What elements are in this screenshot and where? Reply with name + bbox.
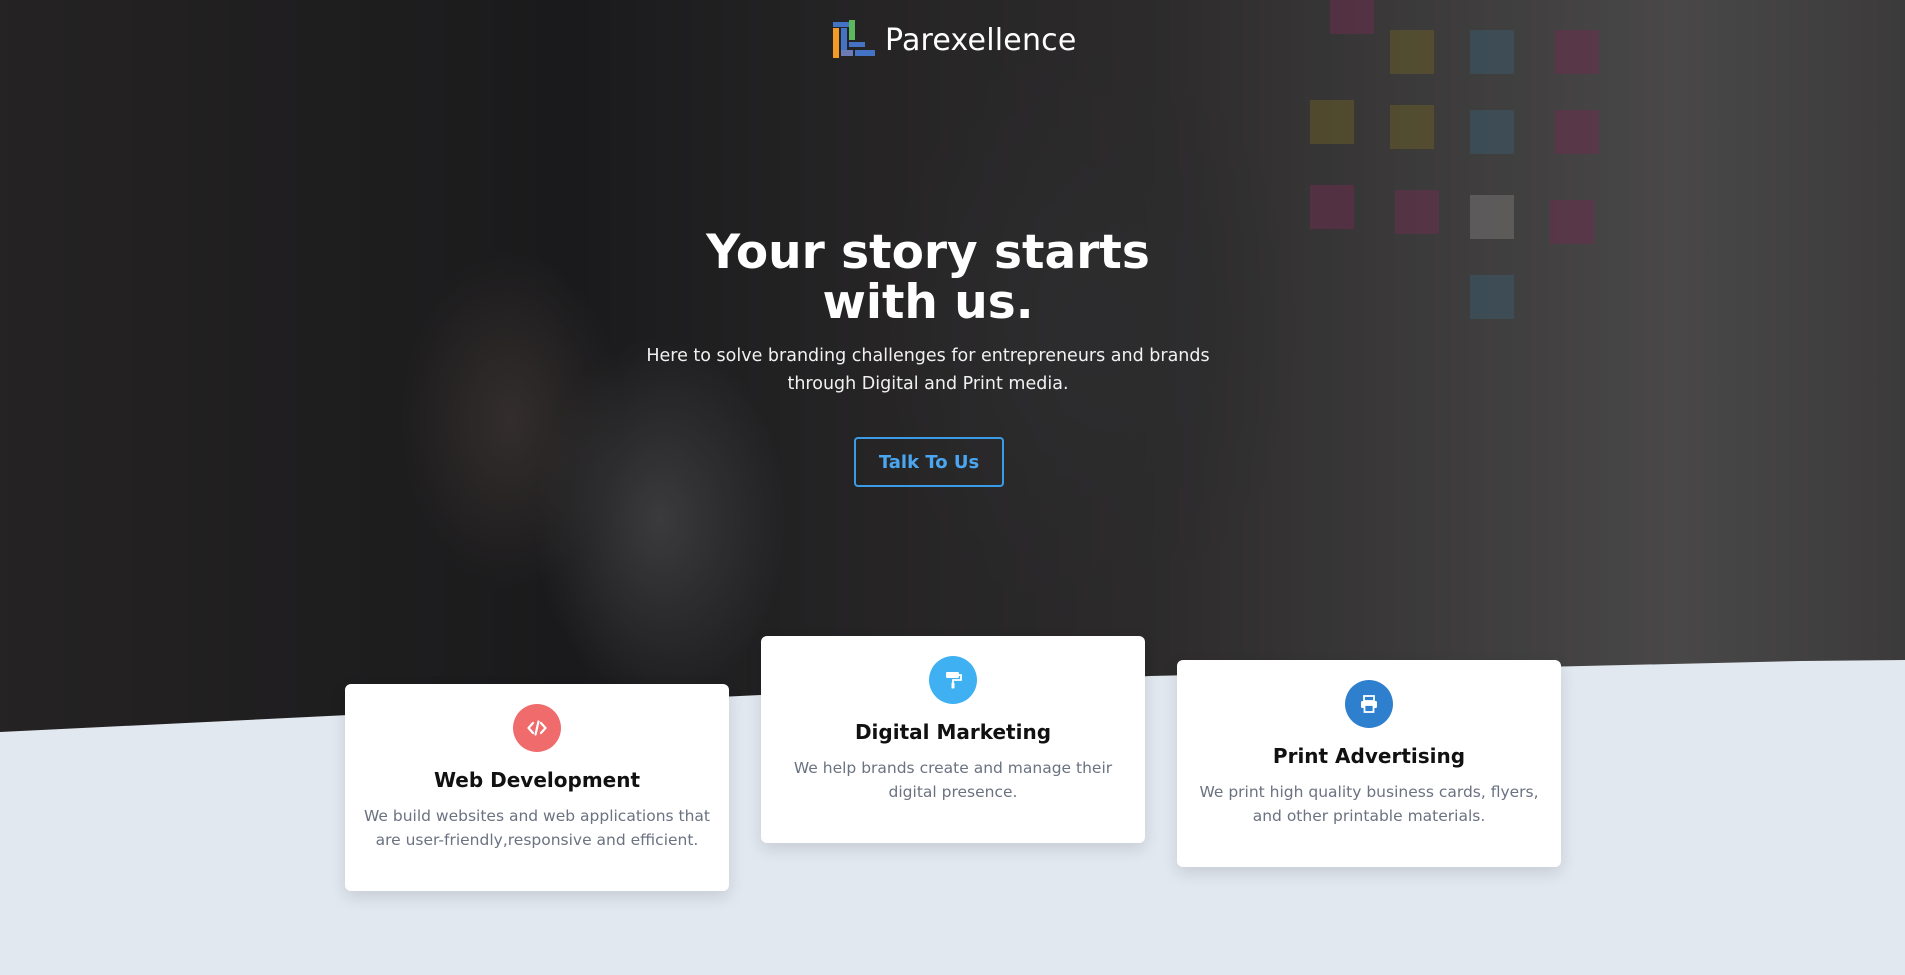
service-description: We build websites and web applications t… [363,807,711,849]
service-title: Web Development [433,768,641,792]
code-icon [513,704,561,752]
bars-logo-icon [833,20,875,58]
service-card-digital-marketing[interactable]: Digital Marketing We help brands create … [761,636,1145,843]
site-logo[interactable]: Parexellence [833,20,1077,60]
service-title: Print Advertising [1272,744,1466,768]
service-title: Digital Marketing [854,720,1052,744]
service-description: We print high quality business cards, fl… [1199,783,1539,825]
service-card-web-development[interactable]: Web Development We build websites and we… [345,684,729,891]
talk-to-us-button[interactable]: Talk To Us [854,437,1004,487]
hero-title: Your story starts with us. [706,225,1150,330]
service-card-print-advertising[interactable]: Print Advertising We print high quality … [1177,660,1561,867]
printer-icon [1345,680,1393,728]
paint-roller-icon [929,656,977,704]
hero-subtitle: Here to solve branding challenges for en… [646,346,1210,394]
brand-name: Parexellence [885,22,1077,58]
service-description: We help brands create and manage their d… [793,759,1113,801]
